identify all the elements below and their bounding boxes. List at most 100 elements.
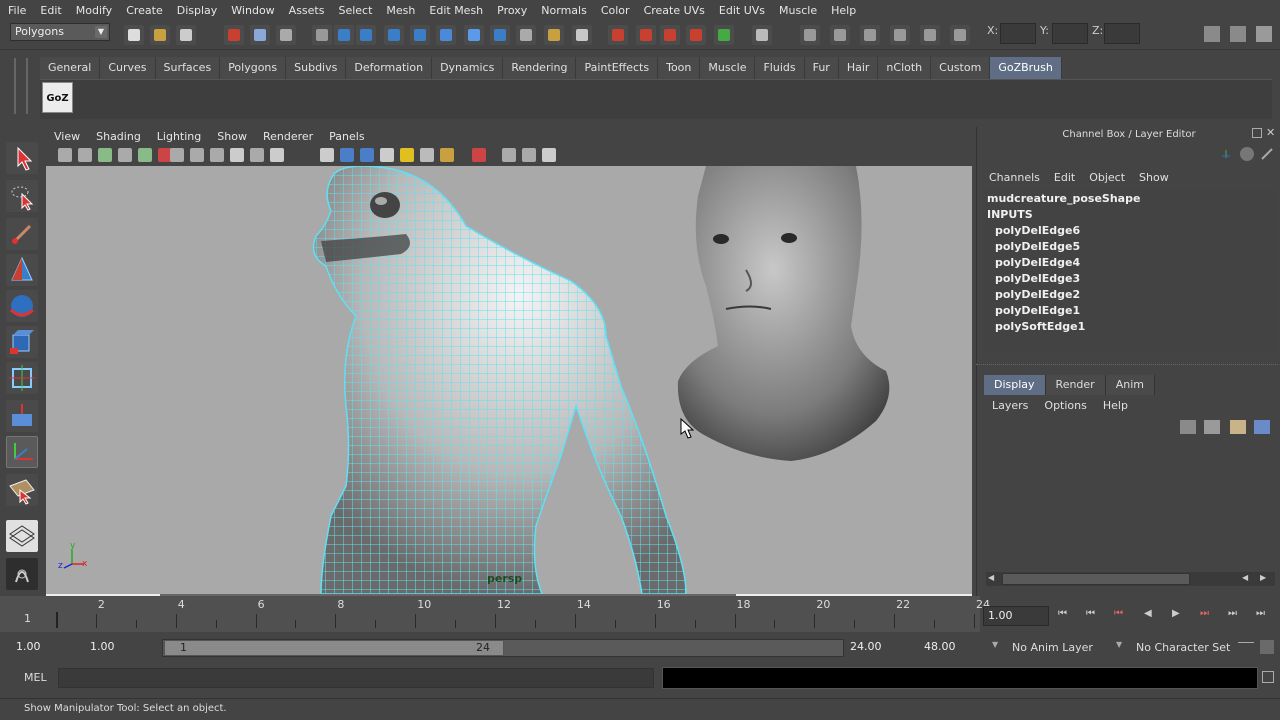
universal-manipulator-icon[interactable] [6,362,38,394]
input-node-polydeledge6[interactable]: polyDelEdge6 [995,224,1080,237]
hypergraph-icon[interactable] [920,25,940,45]
menu-window[interactable]: Window [223,4,280,17]
menu-color[interactable]: Color [593,4,636,17]
shelf-tab-curves[interactable]: Curves [100,57,156,79]
viewport-menu-shading[interactable]: Shading [86,130,147,143]
soft-mod-tool-icon[interactable] [6,400,38,432]
layer-menu-layers[interactable]: Layers [984,399,1036,412]
shelf-tab-rendering[interactable]: Rendering [503,57,577,79]
shelf-tab-custom[interactable]: Custom [931,57,991,79]
light-icon[interactable] [752,25,772,45]
shadows-icon[interactable] [420,148,434,162]
range-slider-handle[interactable] [164,640,504,656]
shelf-tab-fur[interactable]: Fur [804,57,839,79]
menu-file[interactable]: File [0,4,32,17]
input-node-polydeledge1[interactable]: polyDelEdge1 [995,304,1080,317]
snap-point-icon[interactable] [356,25,376,45]
menu-set-selector[interactable]: Polygons ▼ [10,23,110,41]
menu-display[interactable]: Display [169,4,224,17]
step-forward-key-icon[interactable]: ⏭ [1228,608,1248,624]
hypershade-icon[interactable] [636,25,656,45]
layer-list[interactable] [986,438,1275,572]
tool-settings-toggle-icon[interactable] [1260,147,1274,161]
layer-menu-help[interactable]: Help [1095,399,1136,412]
layer-list-scrollbar[interactable]: ◀ ◀ ▶ [986,572,1275,586]
input-node-polysoftedge1[interactable]: polySoftEdge1 [995,320,1085,333]
grid-icon[interactable] [170,148,184,162]
single-pane-layout-icon[interactable] [6,520,38,552]
next-key-icon[interactable]: ⏭ [1200,608,1220,624]
layer-tab-display[interactable]: Display [984,375,1046,395]
menu-muscle[interactable]: Muscle [771,4,823,17]
move-layer-up-icon[interactable] [1230,420,1246,434]
ambient-occlusion-icon[interactable] [440,148,454,162]
shelf-tab-dynamics[interactable]: Dynamics [432,57,504,79]
last-tool-icon[interactable] [6,474,38,506]
new-layer-empty-icon[interactable] [1180,420,1196,434]
auto-key-icon[interactable] [1238,642,1254,652]
layout-icon[interactable] [830,25,850,45]
construction-history-icon[interactable] [464,25,484,45]
input-node-polydeledge5[interactable]: polyDelEdge5 [995,240,1080,253]
channel-box-menu-channels[interactable]: Channels [982,171,1047,184]
shelf-tab-general[interactable]: General [40,57,101,79]
menu-mesh[interactable]: Mesh [378,4,421,17]
character-set-selector[interactable]: No Character Set [1136,641,1230,654]
scale-tool-icon[interactable] [6,326,38,358]
render-icon[interactable] [544,25,564,45]
snap-grid-icon[interactable] [312,25,332,45]
select-camera-icon[interactable] [58,148,72,162]
outliner-icon[interactable] [860,25,880,45]
time-slider[interactable]: 2 4 6 8 10 12 14 16 18 20 22 24 [0,596,990,632]
smooth-shade-icon[interactable] [340,148,354,162]
play-backward-icon[interactable]: ◀ [1144,608,1164,624]
anim-layer-selector[interactable]: No Anim Layer [1012,641,1093,654]
paint-select-icon[interactable] [6,218,38,250]
shelf-tab-gozbrush[interactable]: GoZBrush [990,57,1062,79]
camera-icon[interactable] [714,25,734,45]
y-input[interactable] [1052,23,1088,44]
anim-layer-arrow-icon[interactable]: ▼ [992,640,1002,652]
attribute-editor-toggle-icon[interactable] [1240,147,1254,161]
shelf-tab-hair[interactable]: Hair [838,57,879,79]
current-time-indicator[interactable] [56,612,58,628]
menu-edit-uvs[interactable]: Edit UVs [711,4,771,17]
menu-select[interactable]: Select [330,4,378,17]
shelf-handle[interactable] [14,58,28,114]
ipr-icon[interactable] [572,25,592,45]
rotate-tool-icon[interactable] [6,290,38,322]
snap-view-icon[interactable] [384,25,404,45]
select-tool-icon[interactable] [6,142,38,174]
layer-tab-anim[interactable]: Anim [1105,375,1155,395]
go-to-end-icon[interactable]: ⏭ [1256,608,1276,624]
viewport-menu-show[interactable]: Show [207,130,253,143]
viewport-menu-lighting[interactable]: Lighting [147,130,207,143]
selection-mask-icon[interactable] [516,25,536,45]
render-settings-icon[interactable] [608,25,628,45]
input-node-polydeledge3[interactable]: polyDelEdge3 [995,272,1080,285]
move-layer-down-icon[interactable] [1254,420,1270,434]
safe-action-icon[interactable] [270,148,284,162]
viewport-menu-renderer[interactable]: Renderer [253,130,319,143]
channel-box-menu-show[interactable]: Show [1132,171,1176,184]
wireframe-on-shaded-icon[interactable] [360,148,374,162]
panel-splitter[interactable] [976,364,1278,368]
x-input[interactable] [1000,23,1036,44]
bookmark-icon[interactable] [98,148,112,162]
manipulator-icon[interactable] [950,25,970,45]
scroll-left-icon[interactable]: ◀ [988,573,998,585]
playback-start-field[interactable]: 1.00 [86,638,154,658]
hud-icon[interactable] [542,148,556,162]
select-component-icon[interactable] [276,25,296,45]
new-layer-selected-icon[interactable] [1204,420,1220,434]
channel-box-layout-icon[interactable] [1220,148,1232,160]
select-hierarchy-icon[interactable] [224,25,244,45]
mel-label[interactable]: MEL [24,671,47,684]
menu-normals[interactable]: Normals [533,4,593,17]
new-scene-icon[interactable] [124,25,144,45]
z-input[interactable] [1104,23,1140,44]
input-line-icon[interactable] [686,25,706,45]
shelf-tab-polygons[interactable]: Polygons [220,57,287,79]
tool-settings-icon[interactable] [1230,26,1246,42]
save-scene-icon[interactable] [176,25,196,45]
